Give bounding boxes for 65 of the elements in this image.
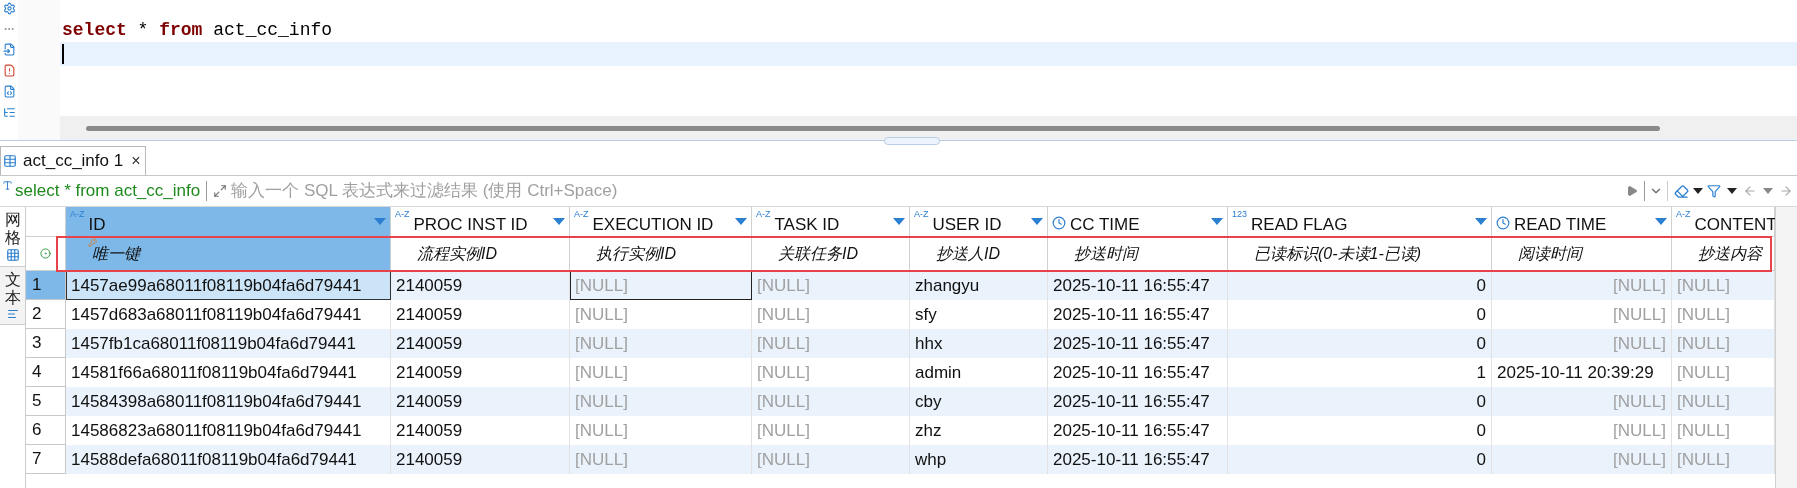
splitter-handle[interactable] xyxy=(884,137,940,145)
tab-label: 文本 xyxy=(4,271,21,307)
column-name: CC TIME xyxy=(1070,214,1141,233)
text-icon xyxy=(6,308,19,321)
sql-icon xyxy=(2,180,13,191)
type-label: A-Z xyxy=(574,210,589,219)
table-icon xyxy=(3,154,17,168)
column-name: EXECUTION ID xyxy=(592,214,715,233)
clock-icon xyxy=(1052,215,1066,230)
column-name: PROC INST ID xyxy=(413,214,529,233)
text-cursor xyxy=(62,44,64,64)
vertical-scrollbar[interactable] xyxy=(1775,207,1797,488)
column-name: READ FLAG xyxy=(1251,214,1349,233)
type-label: A-Z xyxy=(70,210,85,219)
type-label: A-Z xyxy=(1676,210,1691,219)
table-cell: 0 xyxy=(1228,445,1492,474)
file-arrow-icon[interactable] xyxy=(2,43,16,56)
tab-label: act_cc_info 1 xyxy=(23,150,124,173)
caret-icon[interactable] xyxy=(1693,188,1703,194)
column-name: ID xyxy=(88,214,107,233)
row-number[interactable]: 7 xyxy=(26,445,66,474)
table-cell: 2140059 xyxy=(391,445,570,474)
table-cell: [NULL] xyxy=(752,445,910,474)
status-icon xyxy=(40,248,51,259)
filter-query[interactable]: select * from act_cc_info xyxy=(15,178,201,204)
close-button[interactable]: × xyxy=(129,149,143,173)
table-cell: [NULL] xyxy=(1492,445,1672,474)
row-number[interactable]: 1 xyxy=(26,271,66,300)
row-number[interactable]: 2 xyxy=(26,300,66,329)
caret-icon[interactable] xyxy=(1727,188,1737,194)
list-icon[interactable] xyxy=(2,106,16,119)
row-number[interactable]: 5 xyxy=(26,387,66,416)
table-cell: [NULL] xyxy=(570,445,752,474)
table-cell: 1457ae99a68011f08119b04fa6d79441 xyxy=(66,271,391,300)
type-label: A-Z xyxy=(756,210,771,219)
view-tab[interactable]: 文本 xyxy=(0,267,25,326)
expand-icon[interactable] xyxy=(213,184,228,198)
settings-icon[interactable] xyxy=(2,2,16,15)
table-cell: whp xyxy=(910,445,1048,474)
sql-statement: select * from act_cc_info xyxy=(62,18,333,42)
file-code-icon[interactable] xyxy=(2,85,16,98)
grid-icon xyxy=(5,248,20,263)
filter-field[interactable]: 输入一个 SQL 表达式来过滤结果 (使用 Ctrl+Space) xyxy=(231,178,1620,204)
type-label: A-Z xyxy=(395,210,410,219)
row-number[interactable]: 4 xyxy=(26,358,66,387)
column-description: 唯一键 xyxy=(66,237,391,270)
filter-icon[interactable] xyxy=(1707,184,1721,198)
horizontal-scrollbar[interactable] xyxy=(60,116,1797,140)
column-name: TASK ID xyxy=(774,214,841,233)
results-tab[interactable]: act_cc_info 1 × xyxy=(0,146,146,175)
type-label: 123 xyxy=(1232,210,1248,219)
row-number[interactable]: 3 xyxy=(26,329,66,358)
tab-label: 网格 xyxy=(4,211,21,247)
table-cell: 14588defa68011f08119b04fa6d79441 xyxy=(66,445,391,474)
table-cell: 2025-10-11 16:55:47 xyxy=(1048,445,1228,474)
play-icon[interactable] xyxy=(1626,185,1638,197)
column-header[interactable]: A-Z ID xyxy=(66,207,391,236)
eraser-icon[interactable] xyxy=(1674,183,1689,199)
clock-icon xyxy=(1496,215,1510,230)
column-name: CONTENT xyxy=(1694,214,1777,233)
type-label: A-Z xyxy=(914,210,929,219)
column-name: READ TIME xyxy=(1514,214,1608,233)
row-number[interactable]: 6 xyxy=(26,416,66,445)
column-name: USER ID xyxy=(932,214,1003,233)
file-warning-icon[interactable] xyxy=(2,64,16,77)
